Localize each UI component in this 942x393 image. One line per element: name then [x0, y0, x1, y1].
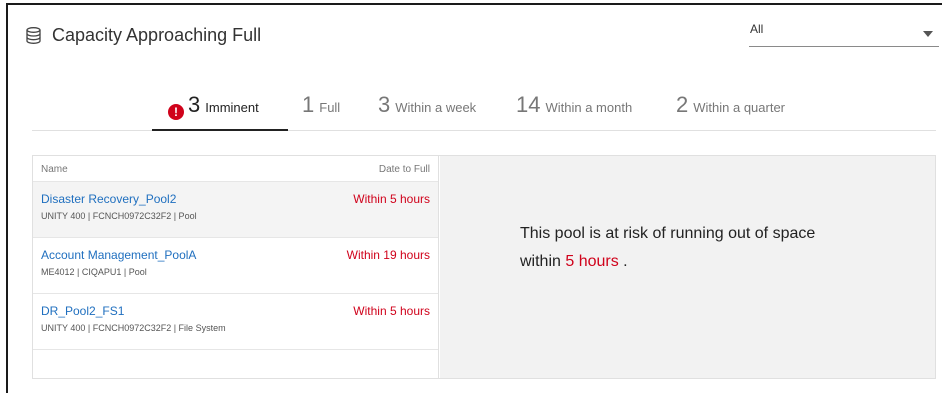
resource-name-link[interactable]: Account Management_PoolA [41, 248, 196, 262]
tab-label: Within a quarter [693, 100, 786, 115]
filter-selected-value: All [750, 22, 764, 36]
resource-name-link[interactable]: Disaster Recovery_Pool2 [41, 192, 176, 206]
caret-down-icon[interactable] [923, 31, 933, 37]
tab-imminent[interactable]: ! 3 Imminent [152, 89, 288, 131]
alert-icon: ! [168, 103, 184, 120]
tab-label: Full [319, 100, 341, 115]
tab-full[interactable]: 1 Full [302, 89, 340, 131]
tab-within-a-month[interactable]: 14 Within a month [516, 89, 632, 131]
resource-meta: UNITY 400 | FCNCH0972C32F2 | File System [41, 323, 226, 333]
tab-count: 3 [188, 92, 201, 117]
risk-time-highlight: 5 hours [565, 253, 619, 270]
column-header-name[interactable]: Name [41, 164, 68, 175]
tab-label: Within a month [545, 100, 633, 115]
resource-name-link[interactable]: DR_Pool2_FS1 [41, 304, 124, 318]
risk-message-suffix: . [618, 253, 628, 270]
capacity-panel: Name Date to Full Disaster Recovery_Pool… [32, 155, 936, 379]
column-header-date[interactable]: Date to Full [379, 164, 430, 175]
tab-within-a-quarter[interactable]: 2 Within a quarter [676, 89, 785, 131]
list-header: Name Date to Full [33, 156, 438, 182]
tab-label: Imminent [205, 100, 259, 115]
tab-count: 2 [676, 92, 689, 117]
resource-list: Name Date to Full Disaster Recovery_Pool… [33, 156, 439, 378]
risk-message: This pool is at risk of running out of s… [520, 220, 860, 276]
timeframe-tabs: ! 3 Imminent 1 Full 3 Within a week 14 W… [32, 89, 936, 131]
page-title: Capacity Approaching Full [52, 25, 262, 45]
tab-within-a-week[interactable]: 3 Within a week [378, 89, 476, 131]
capacity-widget: Capacity Approaching Full All ! 3 Immine… [6, 3, 942, 393]
tab-count: 3 [378, 92, 391, 117]
list-item[interactable]: DR_Pool2_FS1 UNITY 400 | FCNCH0972C32F2 … [33, 294, 438, 350]
resource-meta: UNITY 400 | FCNCH0972C32F2 | Pool [41, 211, 197, 221]
database-icon [26, 27, 41, 44]
date-to-full: Within 5 hours [353, 192, 430, 206]
detail-pane: This pool is at risk of running out of s… [440, 156, 935, 378]
date-to-full: Within 5 hours [353, 304, 430, 318]
date-to-full: Within 19 hours [346, 248, 430, 262]
tab-count: 14 [516, 92, 541, 117]
tab-count: 1 [302, 92, 315, 117]
list-item[interactable]: Disaster Recovery_Pool2 UNITY 400 | FCNC… [33, 182, 438, 238]
filter-dropdown[interactable]: All [749, 19, 939, 47]
widget-header: Capacity Approaching Full All [8, 5, 942, 65]
list-item[interactable]: Account Management_PoolA ME4012 | CIQAPU… [33, 238, 438, 294]
resource-meta: ME4012 | CIQAPU1 | Pool [41, 267, 147, 277]
tab-label: Within a week [395, 100, 477, 115]
